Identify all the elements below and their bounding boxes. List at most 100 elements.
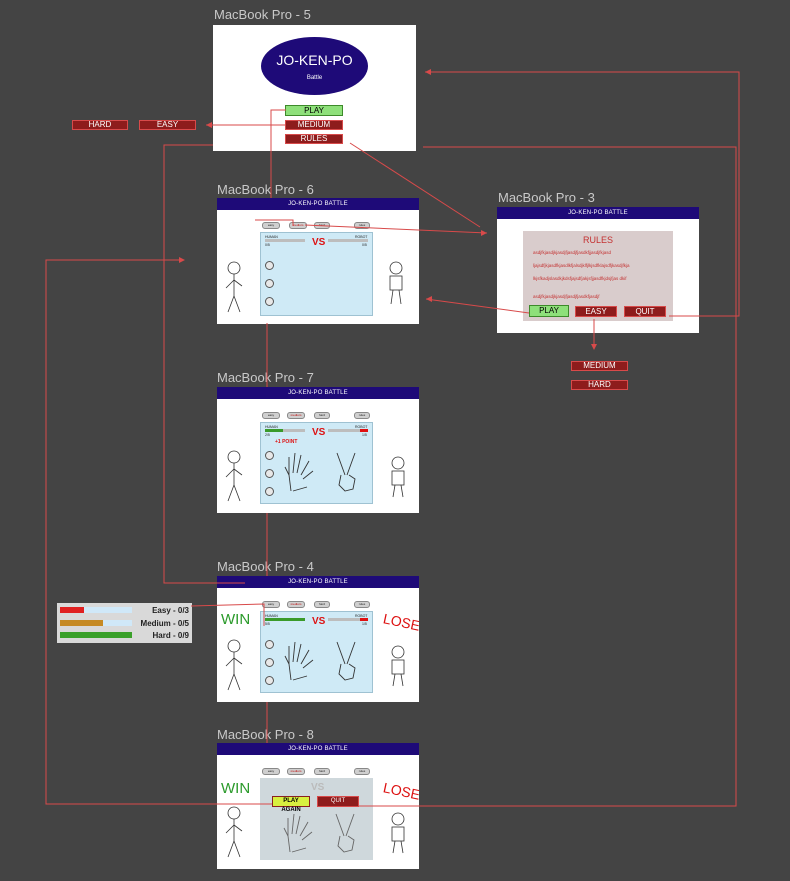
hard-pill[interactable]: hard (314, 768, 330, 775)
scissors-hand-icon (336, 641, 356, 681)
play-again-button[interactable]: PLAY AGAIN (272, 796, 310, 813)
rules-line: lkjsfkadjslasdkjkdsfjajsdfjakjsfjjasdfkj… (533, 276, 627, 281)
rock-icon[interactable] (265, 640, 274, 649)
paper-hand-icon (283, 813, 313, 853)
easy-pill[interactable]: easy (262, 412, 280, 419)
arrow-head (591, 344, 597, 350)
arrow-head (206, 122, 212, 128)
arrow-head (179, 257, 185, 263)
medium-legend: Medium - 0/5 (140, 619, 189, 628)
paper-hand-icon (284, 641, 314, 681)
rock-icon[interactable] (265, 451, 274, 460)
hard-pill[interactable]: hard (314, 601, 330, 608)
medium-pill[interactable]: medium (287, 601, 305, 608)
lose-label: LOSE (381, 779, 419, 803)
frame-title-7: MacBook Pro - 7 (217, 370, 314, 385)
vs-label: VS (312, 616, 326, 627)
difficulty-legend: Easy - 0/3 Medium - 0/5 Hard - 0/9 (57, 603, 192, 643)
scissors-hand-icon (336, 452, 356, 492)
easy-button[interactable]: EASY (575, 306, 617, 317)
app-bar: JO-KEN-PO BATTLE (217, 576, 419, 588)
rock-icon[interactable] (265, 261, 274, 270)
logo-subtitle: Battle (306, 75, 323, 81)
rules-pill[interactable]: rules (354, 412, 370, 419)
frame-title-5: MacBook Pro - 5 (214, 7, 311, 22)
frame-title-6: MacBook Pro - 6 (217, 182, 314, 197)
logo-title: JO-KEN-PO (276, 52, 353, 68)
arrow-head (425, 69, 431, 75)
robot-figure-icon (391, 645, 405, 687)
vs-label: VS (312, 427, 326, 438)
easy-fill (60, 607, 84, 613)
robot-figure-icon (391, 456, 405, 498)
frame-7: JO-KEN-PO BATTLE easy medium hard rules … (217, 387, 419, 513)
rules-pill[interactable]: rules (354, 768, 370, 775)
quit-button[interactable]: QUIT (624, 306, 666, 317)
frame-8: JO-KEN-PO BATTLE easy medium hard rules … (217, 743, 419, 869)
easy-pill[interactable]: easy (262, 601, 280, 608)
scissors-icon[interactable] (265, 676, 274, 685)
robot-progress (328, 239, 368, 242)
game-panel: HUMAN 0/5 VS ROBOT 0/5 (260, 232, 373, 316)
human-score: 2/5 (265, 433, 270, 437)
frame-5: JO-KEN-PO Battle PLAY MEDIUM RULES (213, 25, 416, 151)
hard-legend: Hard - 0/9 (152, 631, 189, 640)
robot-progress-fill (360, 618, 368, 621)
app-bar: JO-KEN-PO BATTLE (217, 387, 419, 399)
human-figure-icon (225, 639, 243, 691)
easy-option[interactable]: EASY (139, 120, 196, 130)
frame-6: JO-KEN-PO BATTLE easy medium hard rules … (217, 198, 419, 324)
human-score: 0/5 (265, 243, 270, 247)
medium-pill[interactable]: medium (289, 222, 307, 229)
rules-pill[interactable]: rules (354, 222, 370, 229)
app-bar: JO-KEN-PO BATTLE (497, 207, 699, 219)
scissors-hand-icon (335, 813, 355, 853)
medium-pill[interactable]: medium (287, 412, 305, 419)
frame-title-4: MacBook Pro - 4 (217, 559, 314, 574)
rules-line: ljajsdfjkjasdfkjasdlkfjalsdjklfjlkjsdfkl… (533, 263, 630, 268)
arrow-head (426, 296, 432, 302)
scissors-icon[interactable] (265, 297, 274, 306)
easy-pill[interactable]: easy (262, 768, 280, 775)
frame-title-3: MacBook Pro - 3 (498, 190, 595, 205)
human-progress-fill (265, 429, 283, 432)
arrow-head (481, 230, 487, 236)
play-button[interactable]: PLAY (285, 105, 343, 116)
hard-pill[interactable]: hard (314, 222, 330, 229)
medium-pill[interactable]: medium (287, 768, 305, 775)
rules-line: asdjfkjasdjkjasdjfjasdjfjasdkfjjasdjfkja… (533, 250, 612, 255)
rules-line: asdjfkjasdjkjasdjfjasdjfjasdkfjasdjf (533, 294, 600, 299)
frame-3: JO-KEN-PO BATTLE RULES asdjfkjasdjkjasdj… (497, 207, 699, 333)
paper-icon[interactable] (265, 279, 274, 288)
medium-option[interactable]: MEDIUM (571, 361, 628, 371)
hard-option[interactable]: HARD (72, 120, 128, 130)
win-label: WIN (221, 611, 251, 628)
easy-pill[interactable]: easy (262, 222, 280, 229)
game-panel: HUMAN 2/5 VS ROBOT 1/5 +1 POINT (260, 422, 373, 504)
app-bar: JO-KEN-PO BATTLE (217, 743, 419, 755)
medium-button[interactable]: MEDIUM (285, 120, 343, 130)
hard-pill[interactable]: hard (314, 412, 330, 419)
human-score: 5/5 (265, 622, 270, 626)
robot-score: 1/5 (362, 622, 367, 626)
human-figure-icon (225, 450, 243, 502)
quit-button[interactable]: QUIT (317, 796, 359, 807)
hard-fill (60, 632, 132, 638)
robot-progress-fill (360, 429, 368, 432)
paper-icon[interactable] (265, 469, 274, 478)
human-figure-icon (225, 261, 243, 313)
rules-pill[interactable]: rules (354, 601, 370, 608)
easy-legend: Easy - 0/3 (152, 606, 189, 615)
flow-line (45, 259, 272, 805)
game-panel-dimmed: VS PLAY AGAIN QUIT (260, 778, 373, 860)
frame-4: JO-KEN-PO BATTLE easy medium hard rules … (217, 576, 419, 702)
hard-option[interactable]: HARD (571, 380, 628, 390)
scissors-icon[interactable] (265, 487, 274, 496)
robot-score: 1/5 (362, 433, 367, 437)
rules-button[interactable]: RULES (285, 134, 343, 144)
play-button[interactable]: PLAY (529, 305, 569, 317)
robot-score: 0/5 (362, 243, 367, 247)
paper-icon[interactable] (265, 658, 274, 667)
win-label: WIN (221, 780, 251, 797)
app-bar: JO-KEN-PO BATTLE (217, 198, 419, 210)
